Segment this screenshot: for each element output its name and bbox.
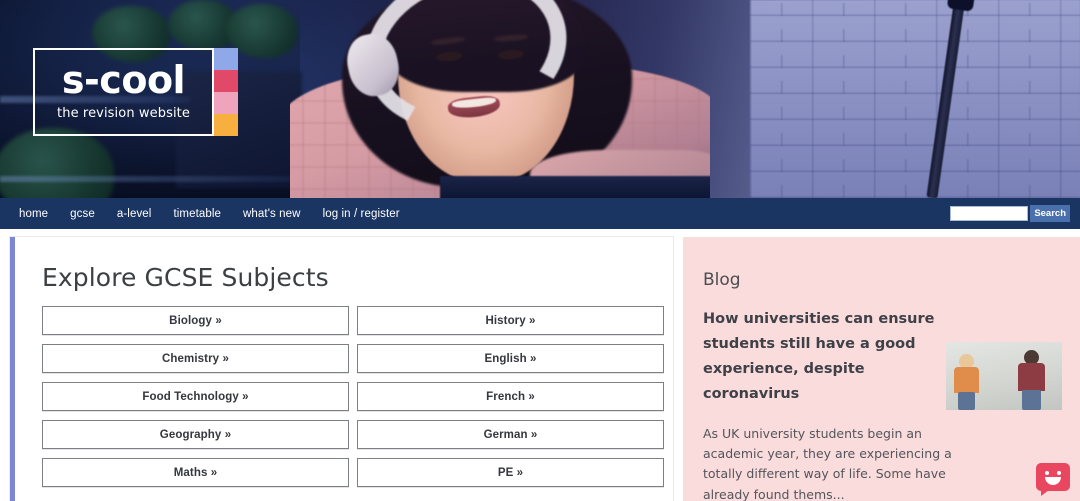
site-search: Search (950, 205, 1070, 222)
logo-swatch-blue (214, 48, 238, 70)
blog-excerpt: As UK university students begin an acade… (703, 425, 952, 501)
search-input[interactable] (950, 206, 1029, 221)
subject-button-german[interactable]: German » (357, 420, 664, 449)
smiley-eye-right-icon (1057, 471, 1061, 475)
subject-button-english[interactable]: English » (357, 344, 664, 373)
thumb-body-left (954, 367, 979, 393)
nav-item-a-level[interactable]: a-level (106, 208, 163, 220)
blog-section-label: Blog (703, 270, 741, 290)
logo-swatch-orange (214, 114, 238, 136)
subject-button-maths[interactable]: Maths » (42, 458, 349, 487)
subject-button-geography[interactable]: Geography » (42, 420, 349, 449)
logo-tagline: the revision website (57, 106, 190, 121)
subject-button-chemistry[interactable]: Chemistry » (42, 344, 349, 373)
thumb-body-right (1018, 363, 1045, 391)
thumbnail-person-left (952, 354, 982, 410)
nav-item-whats-new[interactable]: what's new (232, 208, 312, 220)
smiley-eye-left-icon (1045, 471, 1049, 475)
logo-swatch-red (214, 70, 238, 92)
hero-person (290, 0, 710, 198)
logo-frame: s-cool the revision website (33, 48, 214, 136)
smiley-mouth-icon (1045, 477, 1061, 485)
blog-panel: Blog How universities can ensure student… (683, 237, 1080, 501)
nav-links: home gcse a-level timetable what's new l… (8, 208, 411, 220)
search-button[interactable]: Search (1030, 205, 1070, 222)
blog-thumbnail[interactable] (946, 342, 1062, 410)
main-content: Explore GCSE Subjects Biology » History … (0, 229, 1080, 501)
logo-wordmark: s-cool (61, 58, 186, 102)
page-title: Explore GCSE Subjects (42, 263, 329, 292)
subject-button-history[interactable]: History » (357, 306, 664, 335)
page-root: s-cool the revision website home gcse a-… (0, 0, 1080, 501)
hero-desk-front (0, 176, 300, 182)
blog-text-column: How universities can ensure students sti… (703, 307, 956, 501)
hero-brick-wall (750, 0, 1080, 198)
nav-item-home[interactable]: home (8, 208, 59, 220)
logo-color-swatches (214, 48, 238, 136)
subject-button-french[interactable]: French » (357, 382, 664, 411)
nav-item-log-in-register[interactable]: log in / register (312, 208, 411, 220)
nav-item-gcse[interactable]: gcse (59, 208, 106, 220)
blog-headline-link[interactable]: How universities can ensure students sti… (703, 307, 956, 407)
thumb-legs-left (958, 392, 975, 410)
site-logo[interactable]: s-cool the revision website (33, 48, 238, 136)
nav-item-timetable[interactable]: timetable (162, 208, 232, 220)
hero-banner: s-cool the revision website (0, 0, 1080, 198)
subjects-grid: Biology » History » Chemistry » English … (42, 306, 664, 487)
thumbnail-person-right (1016, 350, 1048, 410)
feedback-chat-button[interactable] (1036, 463, 1070, 496)
thumb-legs-right (1022, 390, 1041, 410)
main-navigation-bar: home gcse a-level timetable what's new l… (0, 198, 1080, 229)
subject-button-biology[interactable]: Biology » (42, 306, 349, 335)
logo-swatch-pink (214, 92, 238, 114)
subjects-panel: Explore GCSE Subjects Biology » History … (10, 237, 673, 501)
subject-button-food-technology[interactable]: Food Technology » (42, 382, 349, 411)
laptop (440, 176, 710, 198)
subject-button-pe[interactable]: PE » (357, 458, 664, 487)
